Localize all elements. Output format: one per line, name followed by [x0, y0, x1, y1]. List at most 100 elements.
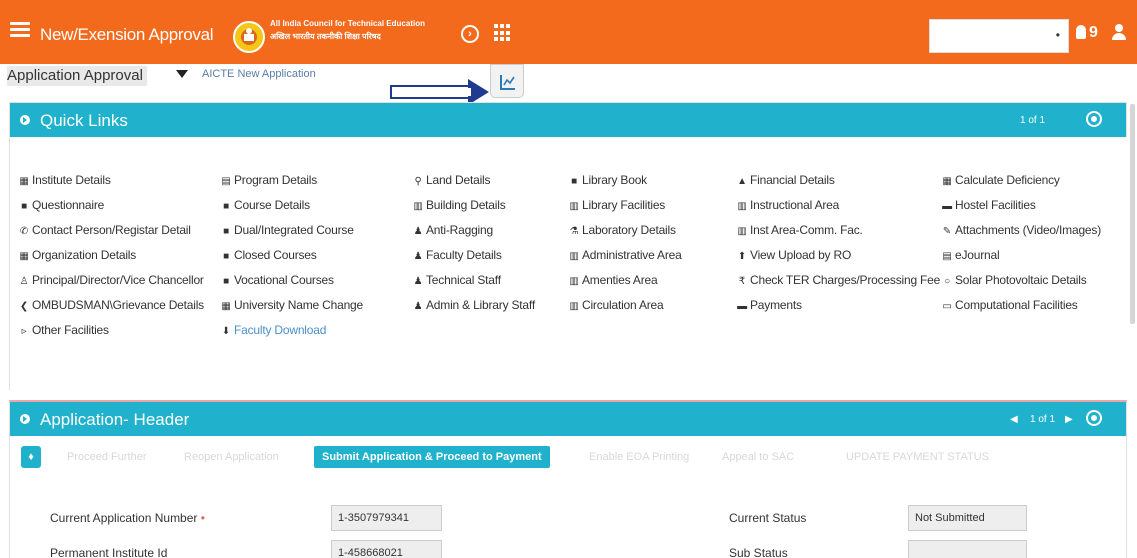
quick-link-label: University Name Change: [234, 298, 363, 312]
quick-link-ejournal[interactable]: ▤ eJournal: [941, 248, 999, 262]
quick-link-contact-person-registar-detail[interactable]: ✆ Contact Person/Registar Detail: [18, 223, 191, 237]
next-page-icon[interactable]: ▶: [1065, 414, 1073, 425]
quick-link-label: Organization Details: [32, 248, 137, 262]
notification-count: 9: [1089, 24, 1098, 41]
role-select[interactable]: •: [929, 19, 1069, 53]
quick-link-other-facilities[interactable]: ▹ Other Facilities: [18, 323, 109, 337]
label-text: Current Application Number: [50, 511, 198, 525]
quick-link-solar-photovoltaic-details[interactable]: ○ Solar Photovoltaic Details: [941, 273, 1087, 287]
quick-link-institute-details[interactable]: ▦ Institute Details: [18, 173, 110, 187]
quick-link-icon: ■: [571, 176, 577, 187]
quick-links-panel: Quick Links 1 of 1 ▦ Institute Details ■ Qu…: [9, 102, 1128, 391]
quick-link-label: Closed Courses: [234, 248, 317, 262]
quick-link-library-facilities[interactable]: ▥ Library Facilities: [568, 198, 665, 212]
sub-status-field: [908, 540, 1027, 558]
apps-grid-icon[interactable]: [494, 24, 512, 42]
breadcrumb-sub[interactable]: AICTE New Application: [202, 68, 316, 80]
quick-link-icon: ✆: [19, 226, 29, 237]
user-icon[interactable]: [1112, 24, 1126, 40]
current-application-number-label: Current Application Number •: [50, 511, 205, 525]
quick-link-label: Solar Photovoltaic Details: [955, 273, 1087, 287]
quick-link-dual-integrated-course[interactable]: ■ Dual/Integrated Course: [220, 223, 354, 237]
collapse-icon[interactable]: [20, 414, 30, 424]
current-status-field: Not Submitted: [908, 505, 1027, 531]
submit-application-button[interactable]: Submit Application & Proceed to Payment: [314, 446, 550, 468]
reopen-application-button[interactable]: Reopen Application: [180, 446, 283, 468]
appeal-to-sac-button[interactable]: Appeal to SAC: [718, 446, 798, 468]
quick-link-icon: ▦: [19, 176, 29, 187]
quick-link-icon: ♟: [413, 276, 423, 287]
quick-link-icon: ❮: [19, 301, 29, 312]
quick-link-faculty-download[interactable]: ⬇ Faculty Download: [220, 323, 326, 337]
quick-link-vocational-courses[interactable]: ■ Vocational Courses: [220, 273, 334, 287]
enable-eoa-printing-button[interactable]: Enable EOA Printing: [585, 446, 693, 468]
quick-link-closed-courses[interactable]: ■ Closed Courses: [220, 248, 317, 262]
quick-link-building-details[interactable]: ▥ Building Details: [412, 198, 506, 212]
app-title: New/Exension Approval: [40, 25, 214, 44]
quick-link-principal-director-vice-chancellor[interactable]: ♙ Principal/Director/Vice Chancellor: [18, 273, 204, 287]
quick-link-ombudsman-grievance-details[interactable]: ❮ OMBUDSMAN\Grievance Details: [18, 298, 204, 312]
quick-link-university-name-change[interactable]: ▦ University Name Change: [220, 298, 363, 312]
quick-link-icon: ▥: [569, 301, 579, 312]
quick-link-label: Building Details: [426, 198, 506, 212]
quick-link-amenties-area[interactable]: ▥ Amenties Area: [568, 273, 657, 287]
quick-link-check-ter-charges-processing-fee[interactable]: ₹ Check TER Charges/Processing Fee: [736, 273, 940, 287]
quick-link-label: Dual/Integrated Course: [234, 223, 354, 237]
proceed-further-button[interactable]: Proceed Further: [63, 446, 150, 468]
quick-link-faculty-details[interactable]: ♟ Faculty Details: [412, 248, 502, 262]
quick-link-label: Inst Area-Comm. Fac.: [750, 223, 863, 237]
settings-icon[interactable]: [1088, 412, 1100, 424]
chevron-down-icon[interactable]: [176, 70, 188, 78]
org-name-english: All India Council for Technical Educatio…: [270, 19, 425, 28]
quick-link-program-details[interactable]: ▤ Program Details: [220, 173, 317, 187]
update-payment-status-button[interactable]: UPDATE PAYMENT STATUS: [842, 446, 993, 468]
settings-icon[interactable]: [1088, 113, 1100, 125]
quick-link-hostel-facilities[interactable]: ▬ Hostel Facilities: [941, 198, 1036, 212]
quick-link-icon: ■: [223, 251, 229, 262]
bell-icon[interactable]: [1076, 25, 1086, 39]
circle-arrow-icon[interactable]: ›: [461, 25, 479, 43]
quick-link-financial-details[interactable]: ▲ Financial Details: [736, 173, 835, 187]
quick-link-label: Check TER Charges/Processing Fee: [750, 273, 941, 287]
quick-link-technical-staff[interactable]: ♟ Technical Staff: [412, 273, 501, 287]
quick-link-questionnaire[interactable]: ■ Questionnaire: [18, 198, 104, 212]
chart-icon[interactable]: [490, 64, 524, 98]
breadcrumb-main[interactable]: Application Approval: [7, 66, 147, 86]
quick-link-label: Land Details: [426, 173, 491, 187]
quick-link-administrative-area[interactable]: ▥ Administrative Area: [568, 248, 682, 262]
prev-page-icon[interactable]: ◀: [1010, 414, 1018, 425]
quick-link-organization-details[interactable]: ▦ Organization Details: [18, 248, 136, 262]
quick-link-icon: ■: [21, 201, 27, 212]
quick-link-icon: ▬: [737, 301, 747, 312]
quick-link-view-upload-by-ro[interactable]: ⬆ View Upload by RO: [736, 248, 851, 262]
quick-link-label: Hostel Facilities: [955, 198, 1036, 212]
quick-link-calculate-deficiency[interactable]: ▦ Calculate Deficiency: [941, 173, 1060, 187]
menu-icon[interactable]: [10, 22, 30, 38]
quick-link-label: OMBUDSMAN\Grievance Details: [32, 298, 204, 312]
quick-link-course-details[interactable]: ■ Course Details: [220, 198, 310, 212]
quick-link-label: Laboratory Details: [582, 223, 676, 237]
quick-link-land-details[interactable]: ⚲ Land Details: [412, 173, 490, 187]
quick-link-anti-ragging[interactable]: ♟ Anti-Ragging: [412, 223, 494, 237]
quick-link-circulation-area[interactable]: ▥ Circulation Area: [568, 298, 663, 312]
quick-link-label: Administrative Area: [582, 248, 682, 262]
quick-links-pager: 1 of 1: [1020, 115, 1046, 126]
quick-link-admin-library-staff[interactable]: ♟ Admin & Library Staff: [412, 298, 536, 312]
quick-link-icon: ⬇: [221, 326, 231, 337]
quick-link-icon: ▤: [221, 176, 231, 187]
collapse-icon[interactable]: [20, 115, 30, 125]
quick-link-laboratory-details[interactable]: ⚗ Laboratory Details: [568, 223, 676, 237]
quick-link-label: eJournal: [955, 248, 1000, 262]
quick-link-computational-facilities[interactable]: ▭ Computational Facilities: [941, 298, 1077, 312]
quick-link-instructional-area[interactable]: ▥ Instructional Area: [736, 198, 839, 212]
droplet-icon[interactable]: ♦: [21, 446, 41, 468]
quick-link-icon: ▥: [569, 276, 579, 287]
aicte-logo: [233, 21, 265, 53]
breadcrumb: Application Approval AICTE New Applicati…: [0, 64, 1137, 86]
scrollbar[interactable]: [1130, 104, 1135, 324]
quick-link-library-book[interactable]: ■ Library Book: [568, 173, 647, 187]
quick-link-icon: ▥: [737, 201, 747, 212]
quick-link-inst-area-comm-fac[interactable]: ▥ Inst Area-Comm. Fac.: [736, 223, 863, 237]
quick-link-attachments-video-images[interactable]: ✎ Attachments (Video/Images): [941, 223, 1101, 237]
quick-link-payments[interactable]: ▬ Payments: [736, 298, 802, 312]
